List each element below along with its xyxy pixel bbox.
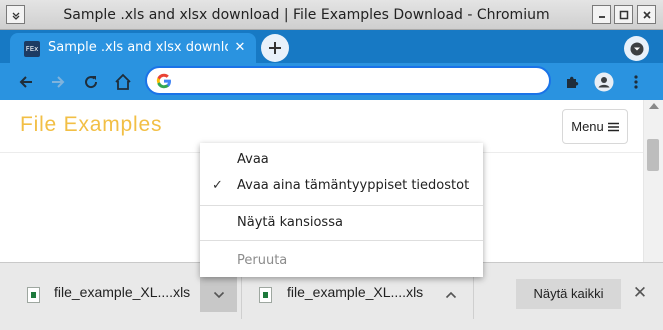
maximize-icon xyxy=(619,10,628,19)
site-menu-button[interactable]: Menu xyxy=(562,109,628,144)
home-icon xyxy=(115,73,131,90)
download-item-menu-button[interactable] xyxy=(200,277,237,312)
back-button[interactable] xyxy=(14,70,38,94)
menu-separator xyxy=(200,240,483,241)
tab-strip: FEx Sample .xls and xlsx download ✕ xyxy=(0,30,663,63)
hamburger-icon xyxy=(607,122,619,131)
chevron-down-icon xyxy=(12,12,19,20)
back-arrow-icon xyxy=(19,76,32,88)
download-divider xyxy=(241,273,242,319)
window-menu-button[interactable] xyxy=(6,5,25,24)
site-menu-label: Menu xyxy=(571,119,604,134)
window-titlebar: Sample .xls and xlsx download | File Exa… xyxy=(0,0,663,30)
chevron-up-icon xyxy=(445,291,457,298)
checkmark-icon: ✓ xyxy=(212,178,223,193)
tab-active[interactable]: FEx Sample .xls and xlsx download ✕ xyxy=(10,33,256,63)
show-all-downloads-button[interactable]: Näytä kaikki xyxy=(516,279,621,309)
download-context-menu: Avaa ✓ Avaa aina tämäntyyppiset tiedosto… xyxy=(200,143,483,277)
close-icon xyxy=(642,10,651,19)
scroll-up-arrow-icon[interactable] xyxy=(649,103,659,109)
chevron-down-icon xyxy=(630,42,643,55)
forward-button[interactable] xyxy=(46,70,70,94)
profile-button[interactable] xyxy=(592,70,616,94)
excel-file-icon xyxy=(259,287,272,303)
download-item-menu-button[interactable] xyxy=(436,277,466,312)
kebab-menu-icon xyxy=(634,75,638,89)
site-title[interactable]: File Examples xyxy=(20,113,162,137)
avatar-icon xyxy=(594,72,614,92)
window-title: Sample .xls and xlsx download | File Exa… xyxy=(63,7,550,23)
minimize-icon xyxy=(598,15,605,18)
extensions-button[interactable] xyxy=(560,70,584,94)
tab-title: Sample .xls and xlsx download xyxy=(48,40,228,55)
forward-arrow-icon xyxy=(52,76,65,88)
page-scrollbar[interactable] xyxy=(643,100,663,262)
tab-close-button[interactable]: ✕ xyxy=(232,40,248,56)
chevron-down-icon xyxy=(213,291,224,298)
menu-item-cancel: Peruuta xyxy=(237,253,288,268)
menu-item-always-open[interactable]: ✓ Avaa aina tämäntyyppiset tiedostot xyxy=(200,173,483,198)
download-divider xyxy=(473,273,474,319)
download-item-filename[interactable]: file_example_XL....xls xyxy=(54,284,190,300)
close-window-button[interactable] xyxy=(637,5,656,24)
google-icon xyxy=(156,73,171,89)
address-bar[interactable] xyxy=(145,66,551,95)
menu-separator xyxy=(200,205,483,206)
close-shelf-button[interactable]: ✕ xyxy=(631,284,649,302)
excel-file-icon xyxy=(27,287,40,303)
menu-item-open[interactable]: Avaa xyxy=(200,147,483,172)
download-item-filename[interactable]: file_example_XL....xls xyxy=(287,284,423,300)
new-tab-button[interactable] xyxy=(261,34,289,62)
puzzle-icon xyxy=(567,76,579,88)
plus-icon xyxy=(269,42,281,54)
menu-item-always-open-label: Avaa aina tämäntyyppiset tiedostot xyxy=(237,178,470,193)
maximize-button[interactable] xyxy=(614,5,633,24)
browser-menu-button[interactable] xyxy=(624,70,648,94)
home-button[interactable] xyxy=(111,70,135,94)
reload-button[interactable] xyxy=(79,70,103,94)
site-favicon: FEx xyxy=(24,41,40,57)
scrollbar-thumb[interactable] xyxy=(647,139,659,171)
browser-toolbar xyxy=(0,63,663,100)
reload-icon xyxy=(85,76,98,89)
tab-search-button[interactable] xyxy=(624,36,649,61)
menu-item-show-in-folder[interactable]: Näytä kansiossa xyxy=(200,210,483,235)
minimize-button[interactable] xyxy=(592,5,611,24)
